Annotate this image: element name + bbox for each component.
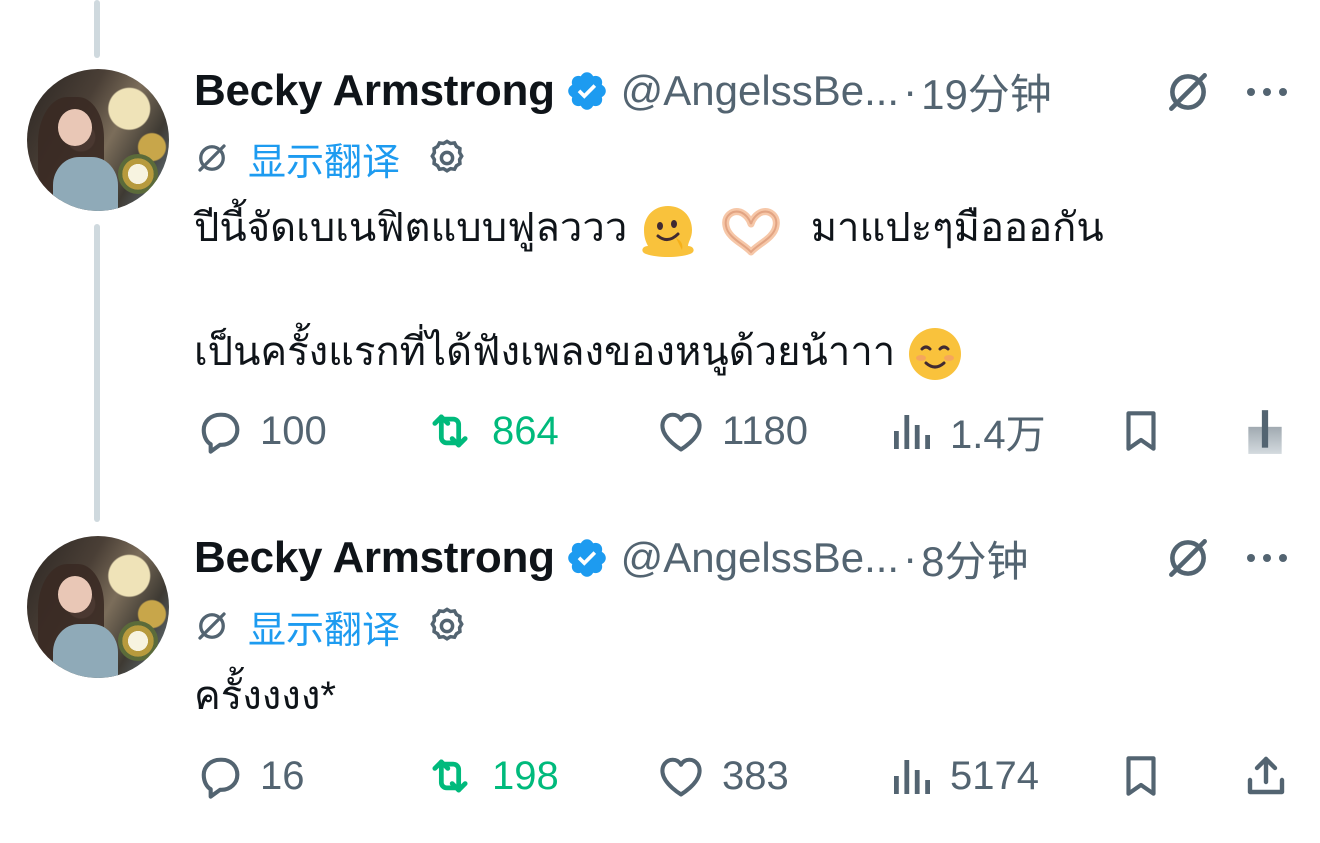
translate-row[interactable]: 显示翻译 [194, 599, 468, 654]
timestamp[interactable]: 8分钟 [921, 528, 1028, 589]
retweet-icon [432, 759, 468, 793]
reply-icon [201, 412, 240, 454]
melting-face-emoji [642, 206, 695, 258]
bookmark-icon [1126, 756, 1156, 796]
reply-button[interactable]: 16 [194, 746, 305, 806]
show-translation-link[interactable]: 显示翻译 [248, 599, 400, 654]
tweet-text-line1-a: ปีนี้จัดเบเนฟิตแบบฟูลววว [194, 206, 628, 250]
like-icon [660, 757, 702, 797]
more-icon[interactable] [1242, 64, 1292, 120]
tweet-header: Becky Armstrong @AngelssBe... · 8分钟 [194, 530, 1028, 586]
translate-icon [198, 612, 226, 640]
tweet-actions: 100 864 1180 1.4万 [194, 401, 1304, 461]
share-button[interactable] [1242, 746, 1290, 806]
separator: · [903, 67, 918, 114]
separator: · [903, 534, 918, 581]
tweet-text-line1-b: มาแปะๆมือออกัน [810, 206, 1104, 250]
avatar[interactable] [27, 536, 169, 678]
author-handle[interactable]: @AngelssBe... [621, 534, 899, 582]
verified-badge-icon [567, 72, 606, 110]
like-icon [660, 412, 702, 452]
retweet-count: 864 [492, 408, 559, 453]
more-icon[interactable] [1242, 530, 1292, 586]
gear-icon[interactable] [426, 605, 468, 647]
views-button[interactable]: 5174 [888, 746, 1039, 806]
share-button[interactable] [1244, 401, 1286, 461]
like-count: 383 [722, 753, 789, 798]
bookmark-icon [1126, 411, 1156, 451]
author-handle[interactable]: @AngelssBe... [621, 67, 899, 115]
share-icon [1247, 756, 1285, 795]
tweet-actions: 16 198 383 5174 [194, 746, 1304, 806]
reply-icon [201, 757, 240, 799]
avatar[interactable] [27, 69, 169, 211]
retweet-icon [432, 414, 468, 448]
bookmark-button[interactable] [1116, 746, 1166, 806]
views-count: 1.4万 [950, 413, 1046, 457]
tweet-text-line1: ครั้งงงง* [194, 674, 336, 718]
views-button[interactable]: 1.4万 [888, 401, 1046, 461]
tweet-1[interactable]: Becky Armstrong @AngelssBe... · 19分钟 显示翻… [0, 0, 1320, 520]
show-translation-link[interactable]: 显示翻译 [248, 131, 400, 186]
tweet-text: ปีนี้จัดเบเนฟิตแบบฟูลววว มาแปะๆมือออกัน [194, 198, 1104, 258]
gear-icon[interactable] [426, 137, 468, 179]
tweet-header: Becky Armstrong @AngelssBe... · 19分钟 [194, 63, 1052, 119]
heart-hands-emoji [721, 208, 780, 256]
retweet-button[interactable]: 864 [422, 401, 559, 461]
reply-button[interactable]: 100 [194, 401, 327, 461]
like-count: 1180 [722, 408, 809, 453]
grok-icon[interactable] [1160, 64, 1216, 120]
translate-row[interactable]: 显示翻译 [194, 131, 468, 186]
like-button[interactable]: 383 [654, 746, 789, 806]
views-icon [894, 760, 930, 794]
like-button[interactable]: 1180 [654, 401, 808, 461]
grok-icon[interactable] [1160, 530, 1216, 586]
retweet-button[interactable]: 198 [422, 746, 559, 806]
author-name[interactable]: Becky Armstrong [194, 66, 555, 116]
tweet-text-line2-text: เป็นครั้งแรกที่ได้ฟังเพลงของหนูด้วยน้าาา [194, 330, 896, 374]
author-name[interactable]: Becky Armstrong [194, 533, 555, 583]
timestamp[interactable]: 19分钟 [921, 61, 1052, 122]
reply-count: 16 [260, 753, 305, 798]
views-count: 5174 [950, 753, 1039, 798]
tweet-2[interactable]: Becky Armstrong @AngelssBe... · 8分钟 显示翻译… [0, 520, 1320, 843]
bookmark-button[interactable] [1116, 401, 1166, 461]
views-icon [894, 415, 930, 449]
reply-count: 100 [260, 408, 327, 453]
smiling-face-emoji [909, 328, 962, 381]
translate-icon [198, 144, 226, 172]
tweet-text: ครั้งงงง* [194, 666, 336, 726]
tweet-text-line2: เป็นครั้งแรกที่ได้ฟังเพลงของหนูด้วยน้าาา [194, 322, 964, 383]
retweet-count: 198 [492, 753, 559, 798]
share-icon [1248, 410, 1282, 454]
verified-badge-icon [567, 539, 606, 577]
